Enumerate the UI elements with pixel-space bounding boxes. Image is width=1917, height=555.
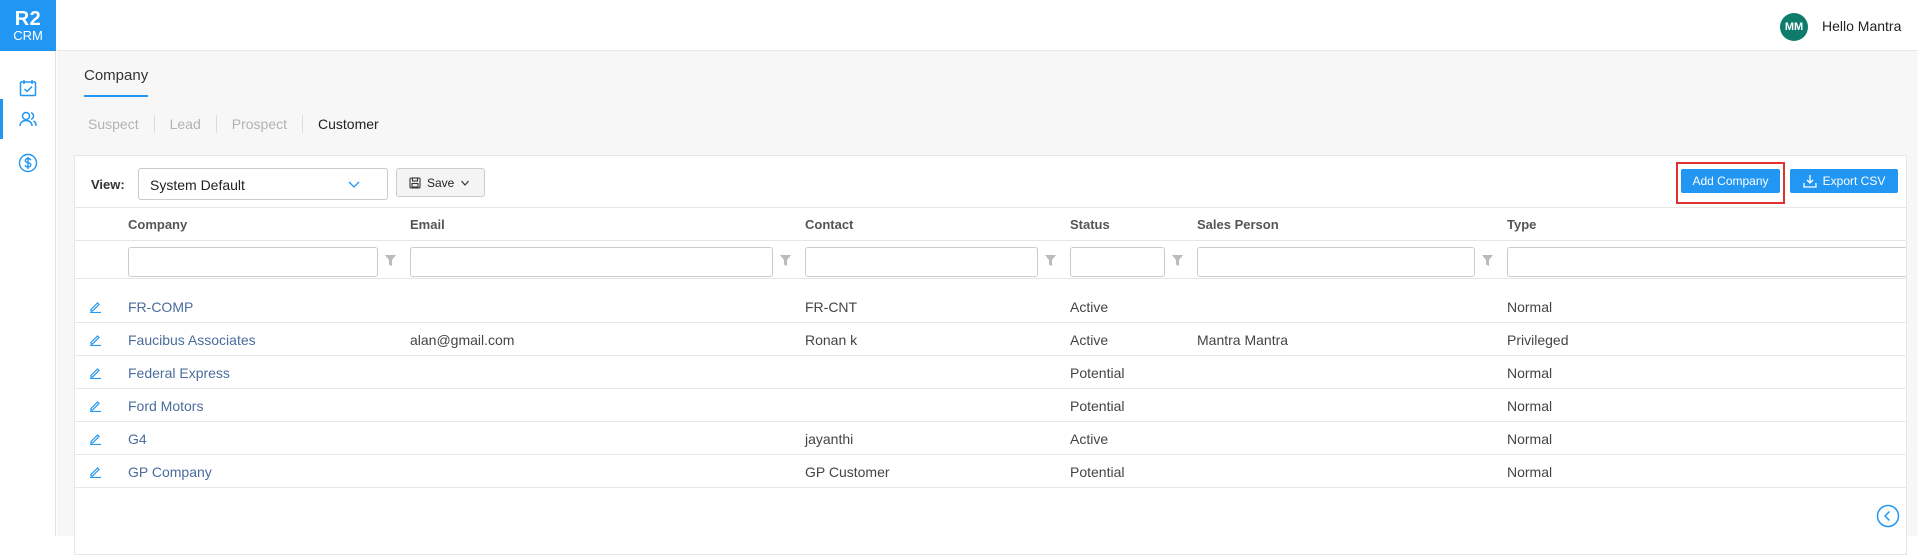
export-csv-label: Export CSV	[1823, 174, 1886, 188]
top-bar: MM Hello Mantra	[57, 0, 1917, 51]
status-cell: Potential	[1070, 365, 1124, 381]
table-row[interactable]: GP Company GP Customer Potential Normal	[75, 455, 1907, 488]
filter-icon[interactable]	[1172, 255, 1183, 266]
status-cell: Active	[1070, 332, 1108, 348]
table-row[interactable]: FR-COMP FR-CNT Active Normal	[75, 290, 1907, 323]
company-link[interactable]: G4	[128, 431, 147, 447]
filter-company-input[interactable]	[128, 247, 378, 277]
logo-text: R2	[0, 0, 56, 29]
edit-icon[interactable]	[89, 333, 102, 346]
collapse-panel-button[interactable]	[1876, 504, 1900, 533]
subtabs: Suspect Lead Prospect Customer	[88, 115, 394, 133]
company-grid-panel: View: System Default Save Add Company Ex…	[74, 155, 1907, 555]
subtab-prospect[interactable]: Prospect	[216, 115, 302, 133]
column-header-email[interactable]: Email	[410, 217, 445, 232]
add-company-button[interactable]: Add Company	[1681, 169, 1780, 193]
greeting-text: Hello Mantra	[1822, 18, 1901, 34]
company-link[interactable]: Faucibus Associates	[128, 332, 256, 348]
contact-cell: FR-CNT	[805, 299, 857, 315]
sidebar-item-contacts[interactable]	[0, 99, 56, 139]
contact-cell: jayanthi	[805, 431, 853, 447]
company-link[interactable]: Federal Express	[128, 365, 230, 381]
tab-company[interactable]: Company	[84, 67, 148, 84]
type-cell: Normal	[1507, 431, 1552, 447]
subtab-customer[interactable]: Customer	[302, 115, 394, 133]
chevron-down-icon	[347, 177, 361, 191]
edit-icon[interactable]	[89, 399, 102, 412]
column-header-company[interactable]: Company	[128, 217, 187, 232]
status-cell: Active	[1070, 299, 1108, 315]
filter-contact-input[interactable]	[805, 247, 1038, 277]
email-cell: alan@gmail.com	[410, 332, 514, 348]
edit-icon[interactable]	[89, 432, 102, 445]
save-view-button[interactable]: Save	[396, 168, 485, 197]
contact-cell: GP Customer	[805, 464, 890, 480]
status-cell: Active	[1070, 431, 1108, 447]
chevron-down-icon	[460, 178, 470, 188]
sales-person-cell: Mantra Mantra	[1197, 332, 1288, 348]
filter-sales-person-input[interactable]	[1197, 247, 1475, 277]
view-label: View:	[91, 177, 125, 192]
edit-icon[interactable]	[89, 300, 102, 313]
filter-email-input[interactable]	[410, 247, 773, 277]
table-row[interactable]: Faucibus Associates alan@gmail.com Ronan…	[75, 323, 1907, 356]
dollar-icon	[18, 153, 38, 173]
view-select[interactable]: System Default	[138, 168, 388, 200]
table-row[interactable]: Federal Express Potential Normal	[75, 356, 1907, 389]
status-cell: Potential	[1070, 464, 1124, 480]
sidebar: R2 CRM	[0, 0, 56, 536]
type-cell: Privileged	[1507, 332, 1568, 348]
users-icon	[18, 109, 38, 129]
app-logo[interactable]: R2 CRM	[0, 0, 56, 51]
filter-status-input[interactable]	[1070, 247, 1165, 277]
table-row[interactable]: G4 jayanthi Active Normal	[75, 422, 1907, 455]
table-row[interactable]: Ford Motors Potential Normal	[75, 389, 1907, 422]
company-link[interactable]: GP Company	[128, 464, 212, 480]
calendar-check-icon	[18, 78, 38, 98]
logo-subtext: CRM	[0, 29, 56, 42]
subtab-lead[interactable]: Lead	[154, 115, 216, 133]
sidebar-item-sales[interactable]	[0, 143, 56, 183]
avatar[interactable]: MM	[1780, 13, 1808, 41]
download-icon	[1803, 174, 1817, 188]
column-header-contact[interactable]: Contact	[805, 217, 853, 232]
filter-icon[interactable]	[1482, 255, 1493, 266]
type-cell: Normal	[1507, 398, 1552, 414]
type-cell: Normal	[1507, 299, 1552, 315]
view-select-value: System Default	[150, 177, 245, 193]
column-header-status[interactable]: Status	[1070, 217, 1110, 232]
status-cell: Potential	[1070, 398, 1124, 414]
edit-icon[interactable]	[89, 465, 102, 478]
company-link[interactable]: Ford Motors	[128, 398, 203, 414]
filter-icon[interactable]	[385, 255, 396, 266]
export-csv-button[interactable]: Export CSV	[1790, 169, 1898, 193]
column-header-type[interactable]: Type	[1507, 217, 1536, 232]
filter-icon[interactable]	[780, 255, 791, 266]
main-content: Company Suspect Lead Prospect Customer V…	[57, 51, 1917, 536]
save-icon	[409, 177, 421, 189]
add-company-label: Add Company	[1692, 174, 1768, 188]
edit-icon[interactable]	[89, 366, 102, 379]
column-header-sales-person[interactable]: Sales Person	[1197, 217, 1279, 232]
contact-cell: Ronan k	[805, 332, 857, 348]
subtab-suspect[interactable]: Suspect	[88, 115, 154, 133]
filter-icon[interactable]	[1045, 255, 1056, 266]
save-label: Save	[427, 176, 454, 190]
chevron-left-circle-icon	[1876, 504, 1900, 528]
type-cell: Normal	[1507, 365, 1552, 381]
type-cell: Normal	[1507, 464, 1552, 480]
active-tab-indicator	[84, 95, 148, 97]
company-link[interactable]: FR-COMP	[128, 299, 193, 315]
filter-type-input[interactable]	[1507, 247, 1907, 277]
table-header: Company Email Contact Status Sales Perso…	[75, 207, 1907, 241]
filter-row	[75, 241, 1907, 279]
